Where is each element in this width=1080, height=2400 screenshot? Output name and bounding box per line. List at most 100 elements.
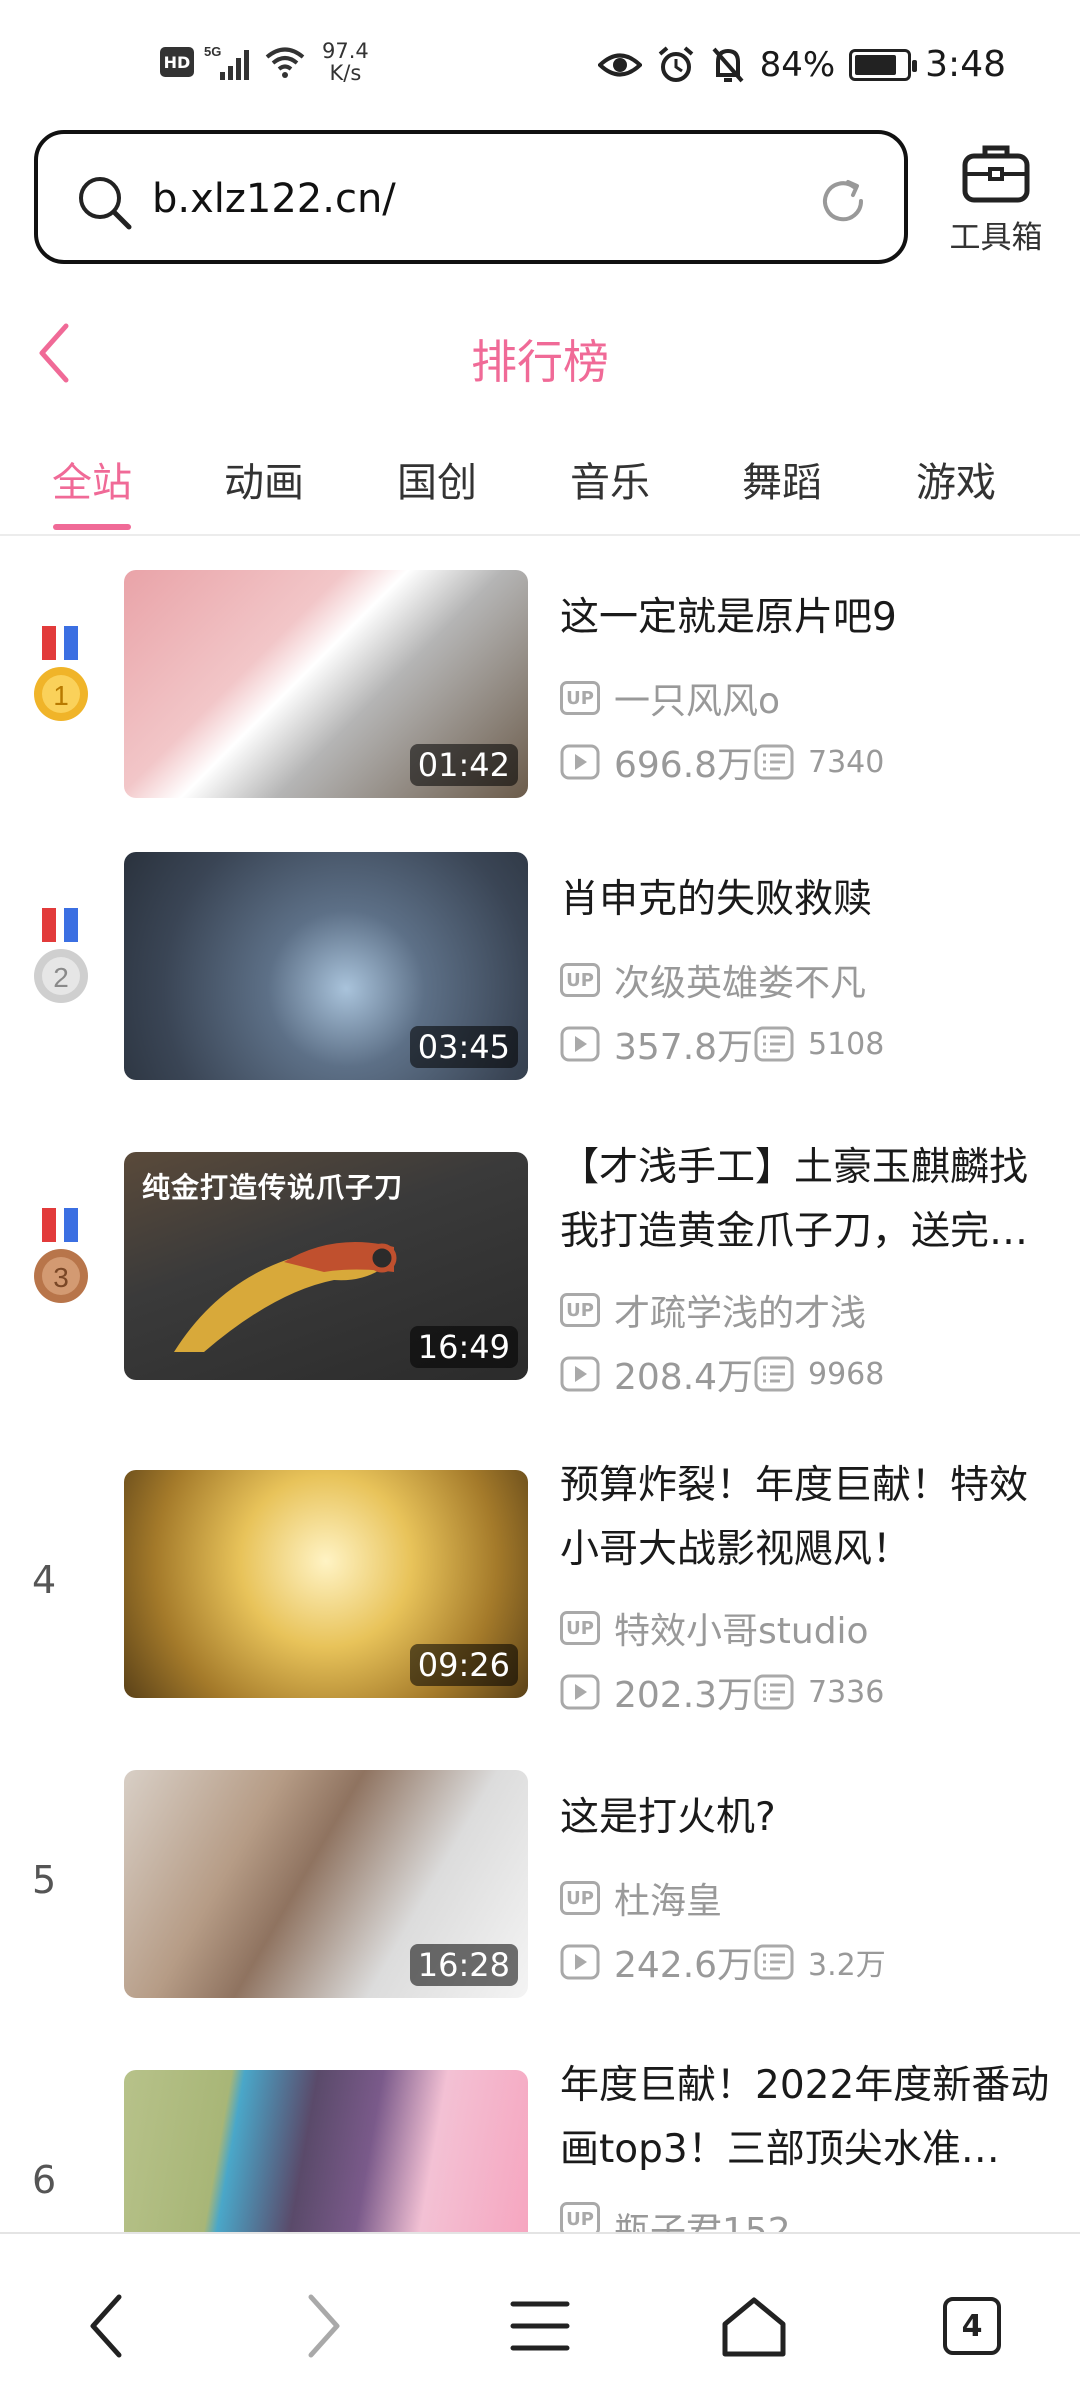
nav-back-button[interactable] xyxy=(66,2286,146,2366)
network-speed: 97.4 K/s xyxy=(322,40,369,84)
toolbox-button[interactable]: 工具箱 xyxy=(946,142,1046,257)
gold-medal-icon: 1 xyxy=(34,626,88,721)
uploader-row[interactable]: UP 次级英雄娄不凡 xyxy=(560,954,866,1006)
nav-forward-button[interactable] xyxy=(284,2286,364,2366)
danmaku-icon xyxy=(754,1674,794,1710)
url-text[interactable]: b.xlz122.cn/ xyxy=(152,176,396,222)
danmaku-icon xyxy=(754,1944,794,1980)
tab-music[interactable]: 音乐 xyxy=(540,450,680,508)
bronze-medal-icon: 3 xyxy=(34,1208,88,1303)
svg-text:2: 2 xyxy=(53,962,69,993)
view-count: 357.8万 xyxy=(614,1027,754,1068)
forward-arrow-icon xyxy=(308,2294,340,2358)
stats-row: 208.4万 9968 xyxy=(560,1348,884,1400)
video-duration: 09:26 xyxy=(409,1644,518,1686)
mute-bell-icon xyxy=(712,47,744,82)
speed-value: 97.4 xyxy=(322,39,369,63)
tab-guochuang[interactable]: 国创 xyxy=(367,450,507,508)
play-count-icon xyxy=(560,1356,600,1392)
battery-icon xyxy=(849,48,918,81)
silver-medal-icon: 2 xyxy=(34,908,88,1003)
up-icon: UP xyxy=(560,963,600,997)
stats-row: 357.8万 5108 xyxy=(560,1018,884,1070)
uploader-row[interactable]: UP 瓶子君152 xyxy=(560,2202,791,2232)
nav-home-button[interactable] xyxy=(714,2286,794,2366)
up-icon: UP xyxy=(560,1293,600,1327)
danmaku-icon xyxy=(754,1026,794,1062)
play-count-icon xyxy=(560,1944,600,1980)
tab-animation[interactable]: 动画 xyxy=(194,450,334,508)
toolbox-label: 工具箱 xyxy=(949,220,1043,256)
rank-number: 5 xyxy=(32,1858,57,1902)
rank-number: 4 xyxy=(32,1558,57,1602)
video-thumbnail[interactable]: 纯金打造传说爪子刀 16:49 xyxy=(124,1152,528,1380)
uploader-name: 一只风风o xyxy=(614,681,781,722)
uploader-name: 特效小哥studio xyxy=(614,1611,869,1652)
danmaku-count: 9968 xyxy=(808,1356,885,1392)
briefcase-icon xyxy=(962,145,1030,203)
status-left: HD 5G 97.4 K/s xyxy=(160,40,369,84)
danmaku-icon xyxy=(754,744,794,780)
danmaku-count: 7336 xyxy=(808,1674,885,1710)
clock: 3:48 xyxy=(925,44,1006,85)
uploader-name: 杜海皇 xyxy=(614,1881,723,1922)
thumbnail-caption: 纯金打造传说爪子刀 xyxy=(142,1171,404,1204)
wifi-icon xyxy=(265,47,305,78)
address-bar[interactable]: b.xlz122.cn/ xyxy=(34,130,908,264)
video-thumbnail[interactable] xyxy=(124,2070,528,2232)
play-count-icon xyxy=(560,1674,600,1710)
nav-menu-button[interactable] xyxy=(500,2286,580,2366)
video-title[interactable]: 肖申克的失败救赎 xyxy=(560,868,1050,932)
tab-game[interactable]: 游戏 xyxy=(886,450,1026,508)
danmaku-count: 7340 xyxy=(808,744,885,780)
tab-all[interactable]: 全站 xyxy=(22,450,162,508)
active-tab-indicator xyxy=(53,524,131,530)
up-icon: UP xyxy=(560,1881,600,1915)
battery-percent: 84% xyxy=(759,44,836,85)
hd-badge: HD xyxy=(160,47,194,77)
video-thumbnail[interactable]: 01:42 xyxy=(124,570,528,798)
video-title[interactable]: 这一定就是原片吧9 xyxy=(560,586,1050,650)
cellular-signal-icon: 5G xyxy=(204,44,249,80)
danmaku-count: 5108 xyxy=(808,1026,885,1062)
video-title[interactable]: 【才浅手工】土豪玉麒麟找我打造黄金爪子刀，送完… xyxy=(560,1136,1050,1264)
video-title[interactable]: 预算炸裂！年度巨献！特效小哥大战影视飓风！ xyxy=(560,1454,1050,1582)
uploader-row[interactable]: UP 一只风风o xyxy=(560,672,780,724)
uploader-row[interactable]: UP 杜海皇 xyxy=(560,1872,722,1924)
uploader-name: 次级英雄娄不凡 xyxy=(614,963,867,1004)
danmaku-count: 3.2万 xyxy=(808,1948,886,1983)
home-icon xyxy=(722,2297,786,2357)
view-count: 696.8万 xyxy=(614,745,754,786)
page-title: 排行榜 xyxy=(471,335,609,389)
video-thumbnail[interactable]: 16:28 xyxy=(124,1770,528,1998)
alarm-icon xyxy=(658,45,693,82)
tab-count: 4 xyxy=(943,2297,1001,2355)
danmaku-icon xyxy=(754,1356,794,1392)
back-arrow-icon xyxy=(90,2294,122,2358)
stats-row: 242.6万 3.2万 xyxy=(560,1936,886,1988)
video-duration: 03:45 xyxy=(409,1026,518,1068)
tab-dance[interactable]: 舞蹈 xyxy=(712,450,852,508)
video-title[interactable]: 这是打火机? xyxy=(560,1786,1050,1850)
video-thumbnail[interactable]: 03:45 xyxy=(124,852,528,1080)
search-icon xyxy=(79,177,132,230)
claw-knife-image xyxy=(174,1242,397,1352)
uploader-row[interactable]: UP 才疏学浅的才浅 xyxy=(560,1284,866,1336)
video-duration: 16:49 xyxy=(409,1326,518,1368)
nav-tabs-button[interactable]: 4 xyxy=(932,2286,1012,2366)
video-title[interactable]: 年度巨献！2022年度新番动画top3！三部顶尖水准… xyxy=(560,2054,1050,2182)
battery-fill xyxy=(855,54,897,75)
eye-icon xyxy=(597,53,642,76)
status-bar: HD 5G 97.4 K/s 84% 3:48 xyxy=(0,0,1080,130)
play-count-icon xyxy=(560,1026,600,1062)
stats-row: 696.8万 7340 xyxy=(560,736,884,788)
reload-icon[interactable] xyxy=(816,174,870,228)
video-thumbnail[interactable]: 09:26 xyxy=(124,1470,528,1698)
uploader-name: 瓶子君152 xyxy=(614,2211,791,2232)
svg-text:5G: 5G xyxy=(204,44,221,59)
uploader-row[interactable]: UP 特效小哥studio xyxy=(560,1602,869,1654)
browser-bottom-nav: 4 xyxy=(0,2232,1080,2400)
up-icon: UP xyxy=(560,1611,600,1645)
up-icon: UP xyxy=(560,2202,600,2232)
stats-row: 202.3万 7336 xyxy=(560,1666,884,1718)
